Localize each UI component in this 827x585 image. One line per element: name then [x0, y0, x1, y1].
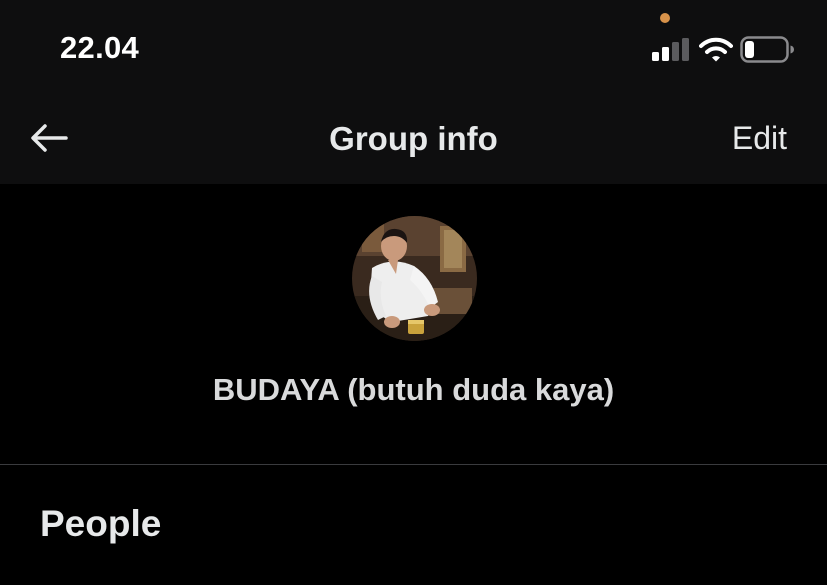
signal-icon	[652, 38, 690, 61]
header-bar: Group info Edit	[0, 98, 827, 184]
wifi-icon	[699, 37, 733, 62]
status-bar: 22.04	[0, 0, 827, 98]
status-time: 22.04	[60, 30, 140, 65]
edit-button[interactable]: Edit	[732, 120, 787, 157]
privacy-indicator-icon	[660, 13, 670, 23]
battery-icon	[740, 36, 795, 63]
group-name: BUDAYA (butuh duda kaya)	[212, 372, 615, 407]
people-section-heading: People	[40, 503, 162, 544]
group-profile-section: BUDAYA (butuh duda kaya)	[0, 184, 827, 464]
group-avatar[interactable]	[352, 216, 477, 341]
page-title: Group info	[329, 120, 498, 157]
section-divider	[0, 464, 827, 465]
